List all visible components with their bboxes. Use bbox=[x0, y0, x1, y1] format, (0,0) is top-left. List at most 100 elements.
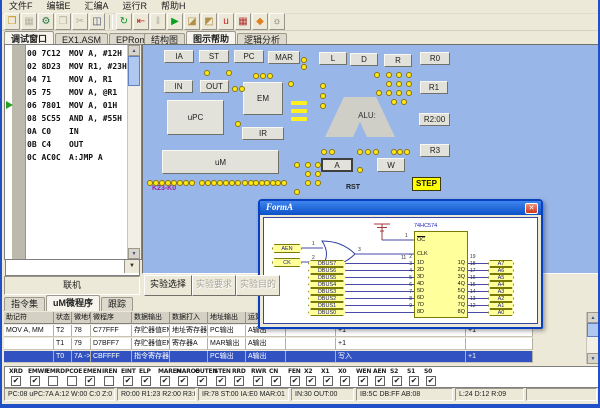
menu-item[interactable]: 帮助H bbox=[154, 0, 193, 13]
block-R0[interactable]: R0 bbox=[420, 52, 450, 65]
block-A[interactable]: A bbox=[321, 158, 353, 172]
signal-checkbox-OUTEN[interactable]: ✔ bbox=[197, 376, 207, 386]
signal-checkbox-S1[interactable]: ✔ bbox=[409, 376, 419, 386]
signal-checkbox-PCOE[interactable] bbox=[67, 376, 77, 386]
toolbar-button-micro-step[interactable]: u bbox=[218, 13, 234, 30]
block-R3[interactable]: R3 bbox=[420, 144, 450, 157]
toolbar-button-save-file[interactable]: ▦ bbox=[21, 13, 37, 30]
toolbar-button-compile-link[interactable]: ❒ bbox=[55, 13, 71, 30]
block-uM[interactable]: uM bbox=[162, 150, 279, 174]
menu-item[interactable]: 汇编A bbox=[78, 0, 116, 13]
signal-checkbox-IREN[interactable] bbox=[104, 376, 114, 386]
toolbar-button-goto[interactable]: ◆ bbox=[252, 13, 268, 30]
signal-checkbox-S0[interactable]: ✔ bbox=[426, 376, 436, 386]
code-line[interactable]: 00 7C12MOV A, #12H bbox=[27, 47, 127, 60]
signal-checkbox-X2[interactable]: ✔ bbox=[306, 376, 316, 386]
experiment-button-1[interactable]: 实验选择 bbox=[144, 275, 192, 296]
toolbar-button-pause[interactable]: ‖ bbox=[150, 13, 166, 30]
toolbar-button-register-grid[interactable]: ▦ bbox=[235, 13, 251, 30]
menu-item[interactable]: 编辑E bbox=[40, 0, 78, 13]
block-EM[interactable]: EM bbox=[243, 82, 283, 115]
code-line[interactable]: 0B C4OUT bbox=[27, 138, 127, 151]
signal-checkbox-X0[interactable]: ✔ bbox=[340, 376, 350, 386]
signal-checkbox-WEN[interactable]: ✔ bbox=[358, 376, 368, 386]
scroll-down-button[interactable]: ▼ bbox=[128, 248, 140, 259]
menu-item[interactable]: 文件F bbox=[2, 0, 40, 13]
code-line[interactable]: 05 75MOV A, @R1 bbox=[27, 86, 127, 99]
signal-checkbox-XRD[interactable]: ✔ bbox=[11, 376, 21, 386]
block-D[interactable]: D bbox=[350, 53, 378, 66]
table-header-cell[interactable]: 数据输出 bbox=[132, 312, 170, 324]
block-IN[interactable]: IN bbox=[164, 80, 193, 93]
bottom-tab-1[interactable]: 指令集 bbox=[4, 297, 45, 311]
combobox-dropdown-button[interactable]: ▼ bbox=[124, 260, 139, 273]
block-R1[interactable]: R1 bbox=[420, 81, 448, 94]
block-ST[interactable]: ST bbox=[199, 50, 229, 63]
block-L[interactable]: L bbox=[319, 52, 347, 65]
signal-checkbox-S2[interactable]: ✔ bbox=[392, 376, 402, 386]
code-line[interactable]: 0C AC0CA:JMP A bbox=[27, 151, 127, 164]
code-line[interactable]: 02 8D23MOV R1, #23H bbox=[27, 60, 127, 73]
scroll-thumb[interactable] bbox=[128, 56, 140, 86]
signal-checkbox-EMEN[interactable]: ✔ bbox=[85, 376, 95, 386]
table-header-cell[interactable]: 微地址 bbox=[72, 312, 91, 324]
signal-checkbox-X1[interactable]: ✔ bbox=[323, 376, 333, 386]
signal-checkbox-RRD[interactable]: ✔ bbox=[234, 376, 244, 386]
signal-checkbox-EINT[interactable]: ✔ bbox=[123, 376, 133, 386]
signal-checkbox-ELP[interactable]: ✔ bbox=[141, 376, 151, 386]
toolbar-button-open-file[interactable]: ❐ bbox=[4, 13, 20, 30]
step-button[interactable]: STEP bbox=[412, 177, 441, 191]
menu-item[interactable]: 运行R bbox=[116, 0, 155, 13]
toolbar-button-download[interactable]: ◫ bbox=[89, 13, 105, 30]
signal-checkbox-AEN[interactable]: ✔ bbox=[375, 376, 385, 386]
table-header-cell[interactable]: 状态 bbox=[54, 312, 72, 324]
scroll-up-button[interactable]: ▲ bbox=[128, 45, 140, 56]
code-scrollbar[interactable]: ▲ ▼ bbox=[127, 45, 141, 259]
signal-checkbox-STEN[interactable]: ✔ bbox=[216, 376, 226, 386]
code-line[interactable]: 0A C0IN bbox=[27, 125, 127, 138]
signal-checkbox-CN[interactable]: ✔ bbox=[271, 376, 281, 386]
toolbar-button-step-into[interactable]: ◪ bbox=[184, 13, 200, 30]
popup-title-bar[interactable]: FormA ✕ bbox=[260, 201, 541, 215]
experiment-button-3[interactable]: 实验目的 bbox=[236, 275, 280, 296]
toolbar-button-cut[interactable]: ✂ bbox=[72, 13, 88, 30]
table-scrollbar[interactable]: ▲ ▼ bbox=[586, 312, 600, 364]
block-R2:00[interactable]: R2:00 bbox=[419, 113, 450, 126]
signal-checkbox-RWR[interactable]: ✔ bbox=[253, 376, 263, 386]
toolbar-button-run[interactable]: ▶ bbox=[167, 13, 183, 30]
table-header-cell[interactable]: 助记符 bbox=[4, 312, 54, 324]
signal-checkbox-EMRD[interactable] bbox=[48, 376, 58, 386]
toolbar-button-compile[interactable]: ⚙ bbox=[38, 13, 54, 30]
signal-checkbox-MAROE[interactable]: ✔ bbox=[178, 376, 188, 386]
code-line[interactable]: 04 71MOV A, R1 bbox=[27, 73, 127, 86]
table-row[interactable]: T179D7BFF7存贮器值EM寄存器AMAR输出A输出+1 bbox=[4, 338, 586, 351]
toolbar-button-debug-lamp[interactable]: ☼ bbox=[269, 13, 285, 30]
scroll-thumb[interactable] bbox=[587, 323, 599, 337]
block-W[interactable]: W bbox=[377, 158, 405, 172]
table-row[interactable]: T07A ->CBFFFF指令寄存器PC输出A输出写入+1 bbox=[4, 351, 586, 364]
table-header-cell[interactable]: 地址输出 bbox=[208, 312, 246, 324]
signal-checkbox-EMWR[interactable]: ✔ bbox=[30, 376, 40, 386]
table-header-cell[interactable]: 数据打入 bbox=[170, 312, 208, 324]
code-line[interactable]: 08 5C55AND A, #55H bbox=[27, 112, 127, 125]
block-IR[interactable]: IR bbox=[242, 127, 284, 140]
table-header-cell[interactable]: 微程序 bbox=[91, 312, 132, 324]
block-IA[interactable]: IA bbox=[164, 50, 194, 63]
toolbar-button-refresh[interactable]: ↻ bbox=[116, 13, 132, 30]
block-uPC[interactable]: uPC bbox=[167, 100, 224, 135]
toolbar-button-step-over[interactable]: ◩ bbox=[201, 13, 217, 30]
signal-checkbox-MAREN[interactable]: ✔ bbox=[160, 376, 170, 386]
experiment-button-2[interactable]: 实验要求 bbox=[192, 275, 236, 296]
code-line[interactable]: 06 7801MOV A, 01H bbox=[27, 99, 127, 112]
block-OUT[interactable]: OUT bbox=[200, 80, 229, 93]
code-listing[interactable]: 00 7C12MOV A, #12H02 8D23MOV R1, #23H04 … bbox=[27, 47, 127, 259]
bottom-tab-3[interactable]: 跟踪 bbox=[101, 297, 133, 311]
signal-checkbox-FEN[interactable]: ✔ bbox=[290, 376, 300, 386]
popup-close-button[interactable]: ✕ bbox=[525, 203, 538, 214]
block-MAR[interactable]: MAR bbox=[268, 51, 300, 64]
toolbar-button-reset[interactable]: ⇤ bbox=[133, 13, 149, 30]
scroll-up-button[interactable]: ▲ bbox=[587, 312, 599, 323]
bottom-tab-2[interactable]: uM微程序 bbox=[46, 295, 100, 311]
watch-combobox[interactable]: ▼ bbox=[5, 259, 140, 276]
block-R[interactable]: R bbox=[384, 54, 412, 67]
